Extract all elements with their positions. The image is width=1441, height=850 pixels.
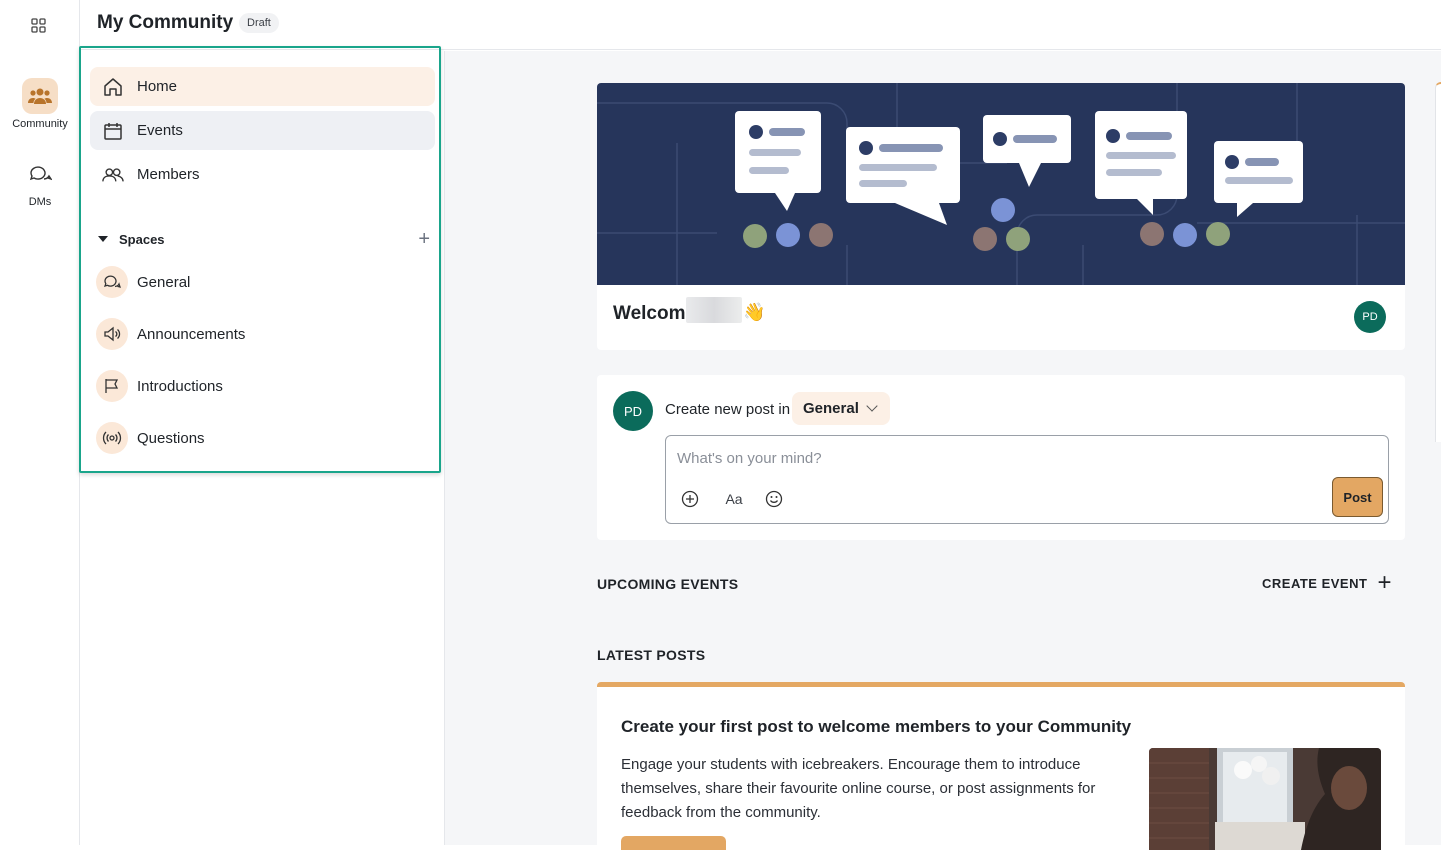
dms-icon <box>22 156 58 192</box>
latest-posts-card: Create your first post to welcome member… <box>597 682 1405 845</box>
spaces-header[interactable]: Spaces + <box>98 230 430 248</box>
welcome-heading: Welcome <box>613 303 696 325</box>
create-post-card: PD Create new post in General What's on … <box>597 375 1405 540</box>
status-badge: Draft <box>239 13 279 33</box>
chevron-down-icon <box>866 400 877 411</box>
megaphone-icon <box>96 318 128 350</box>
rail-item-community[interactable]: Community <box>0 78 80 130</box>
latest-posts-title: LATEST POSTS <box>597 647 705 663</box>
space-label: Questions <box>137 430 205 447</box>
create-event-button[interactable]: CREATE EVENT + <box>1262 575 1392 591</box>
spaces-label: Spaces <box>119 232 165 247</box>
avatar[interactable]: PD <box>1354 301 1386 333</box>
right-panel-edge <box>1435 82 1441 442</box>
sidebar-item-members[interactable]: Members <box>90 155 435 194</box>
add-space-button[interactable]: + <box>418 228 430 251</box>
rail-item-dms[interactable]: DMs <box>0 156 80 208</box>
community-icon <box>22 78 58 114</box>
redacted-name <box>686 297 742 323</box>
sidebar-item-label: Home <box>137 78 177 95</box>
welcome-card: Welcome 👋 PD <box>597 83 1405 350</box>
top-header: My Community Draft <box>81 0 1441 50</box>
rail-label: DMs <box>0 196 80 208</box>
space-select-value: General <box>803 400 859 417</box>
broadcast-icon <box>96 422 128 454</box>
add-icon[interactable] <box>679 488 701 510</box>
sidebar-item-home[interactable]: Home <box>90 67 435 106</box>
sidebar-item-label: Events <box>137 122 183 139</box>
latest-card-title: Create your first post to welcome member… <box>621 717 1131 737</box>
wave-emoji: 👋 <box>743 302 765 323</box>
space-item-announcements[interactable]: Announcements <box>96 317 245 351</box>
flag-icon <box>96 370 128 402</box>
text-format-icon[interactable]: Aa <box>721 488 747 510</box>
app-rail: Community DMs <box>0 0 80 845</box>
page-title: My Community <box>97 12 233 34</box>
sidebar-item-events[interactable]: Events <box>90 111 435 150</box>
rail-label: Community <box>0 118 80 130</box>
welcome-banner-illustration <box>597 83 1405 285</box>
avatar: PD <box>613 391 653 431</box>
apps-grid-icon[interactable] <box>30 17 48 35</box>
space-label: General <box>137 274 190 291</box>
space-item-questions[interactable]: Questions <box>96 421 205 455</box>
space-item-introductions[interactable]: Introductions <box>96 369 223 403</box>
caret-down-icon[interactable] <box>98 236 108 242</box>
home-icon <box>102 76 124 98</box>
emoji-icon[interactable] <box>763 488 785 510</box>
calendar-icon <box>102 120 124 142</box>
space-select-dropdown[interactable]: General <box>792 392 890 425</box>
create-event-label: CREATE EVENT <box>1262 576 1367 591</box>
promo-photo <box>1149 748 1381 850</box>
post-input-placeholder[interactable]: What's on your mind? <box>677 450 822 467</box>
create-post-prompt: Create new post in <box>665 401 790 418</box>
members-icon <box>102 164 124 186</box>
plus-icon: + <box>1377 575 1392 591</box>
upcoming-events-title: UPCOMING EVENTS <box>597 576 738 592</box>
post-button[interactable]: Post <box>1332 477 1383 517</box>
sidebar-item-label: Members <box>137 166 200 183</box>
latest-card-body: Engage your students with icebreakers. E… <box>621 753 1111 825</box>
cta-button[interactable] <box>621 836 726 850</box>
post-composer[interactable]: What's on your mind? Aa Post <box>665 435 1389 524</box>
space-label: Announcements <box>137 326 245 343</box>
chat-icon <box>96 266 128 298</box>
space-label: Introductions <box>137 378 223 395</box>
space-item-general[interactable]: General <box>96 265 190 299</box>
